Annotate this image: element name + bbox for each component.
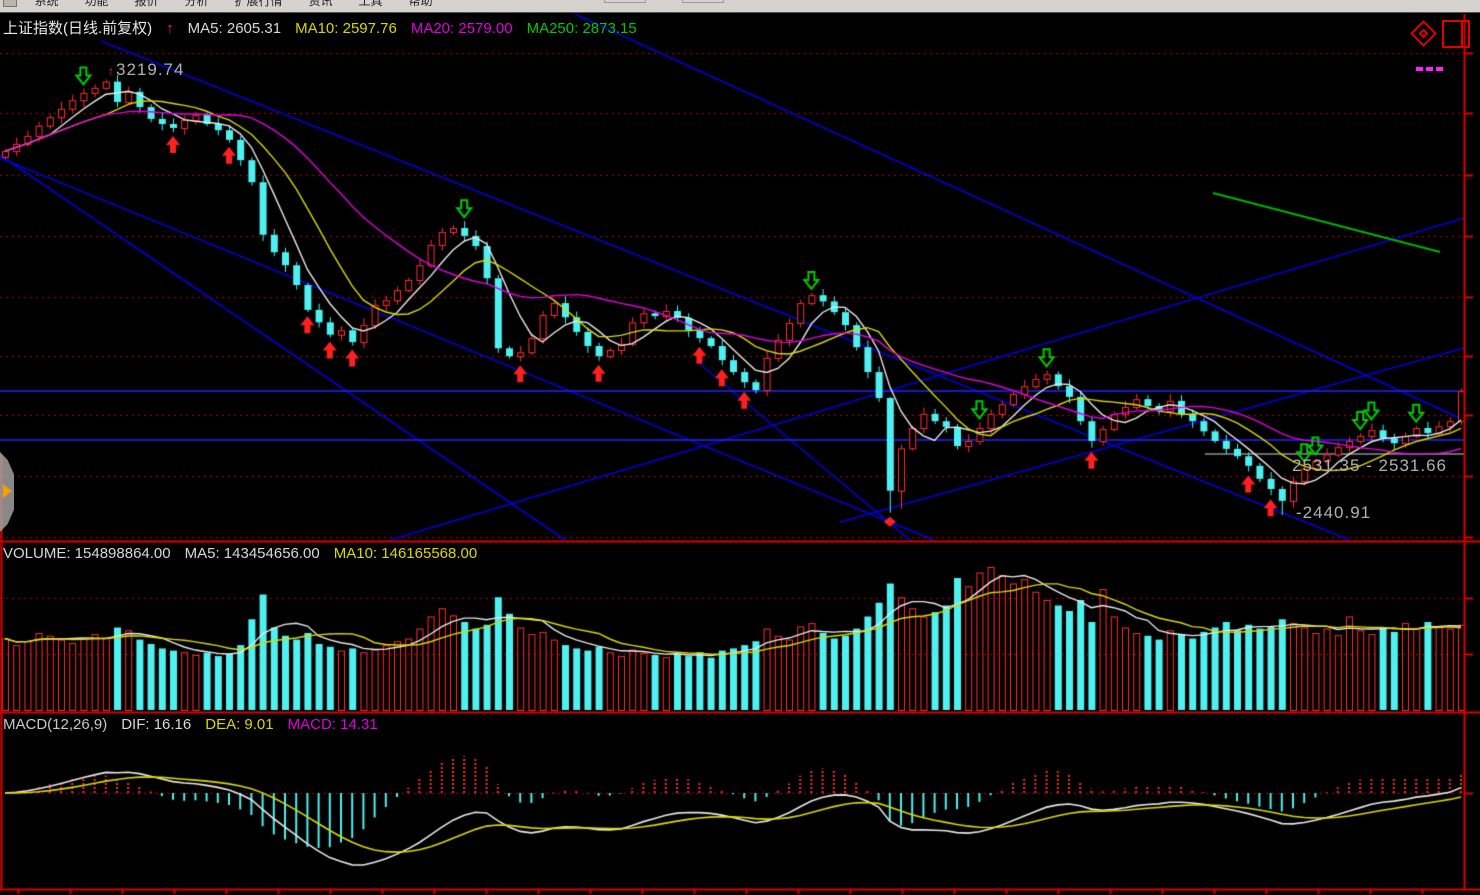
menu-item-0[interactable]: 系统 — [34, 0, 58, 9]
window-layout-icon[interactable] — [1442, 20, 1470, 48]
draw-diamond-icon[interactable] — [1410, 20, 1437, 47]
menu-item-4[interactable]: 扩展行情 — [235, 0, 283, 9]
drawing-toolbar — [1408, 20, 1478, 70]
menu-right-login[interactable]: 进入交易不登录 — [1058, 0, 1142, 1]
menu-item-7[interactable]: 帮助 — [409, 0, 433, 9]
expand-arrow-icon — [3, 484, 12, 498]
trade-button[interactable]: 交易 — [682, 0, 724, 3]
broker-button[interactable]: 委托 — [604, 0, 646, 3]
menu-item-5[interactable]: 资讯 — [309, 0, 333, 9]
menu-item-2[interactable]: 报价 — [134, 0, 158, 9]
menu-items: 系统 功能 报价 分析 扩展行情 资讯 工具 帮助 — [21, 0, 445, 9]
menu-item-6[interactable]: 工具 — [359, 0, 383, 9]
chart-canvas[interactable] — [0, 0, 1480, 895]
app-window: 系统 功能 报价 分析 扩展行情 资讯 工具 帮助 委托 交易 进入交易不登录 上证指数 上证… — [0, 0, 1480, 895]
menu-item-1[interactable]: 功能 — [84, 0, 108, 9]
menu-item-3[interactable]: 分析 — [185, 0, 209, 9]
more-dots-icon[interactable] — [1416, 58, 1446, 76]
menu-right-index[interactable]: 上证指数 — [1150, 0, 1198, 1]
menu-bar: 系统 功能 报价 分析 扩展行情 资讯 工具 帮助 委托 交易 进入交易不登录 上证指数 — [0, 0, 1480, 13]
app-icon[interactable] — [3, 0, 17, 7]
